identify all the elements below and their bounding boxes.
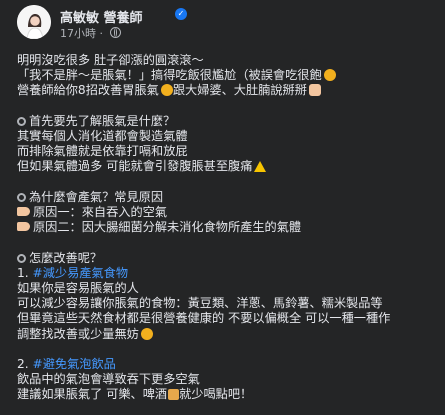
- grinning-face-emoji: [323, 69, 336, 82]
- post-line: 原因一：來自吞入的空氣: [17, 205, 442, 220]
- grinning-face-emoji: [140, 327, 153, 340]
- post-line: 建議如果脹氣了 可樂、啤酒 就少喝點吧！: [17, 387, 253, 402]
- post-line: 調整找改善或少量無妨: [17, 327, 442, 342]
- magnifying-glass-emoji: [17, 253, 26, 263]
- warning-emoji: [254, 161, 267, 173]
- post-line: 首先要先了解脹氣是什麼？: [17, 114, 442, 129]
- magnifying-glass-emoji: [17, 116, 26, 126]
- post-line: 但如果氣體過多 可能就會引發腹脹甚至腹痛: [17, 159, 442, 174]
- post-line: 2. #避免氣泡飲品: [17, 357, 116, 371]
- post-line: 可以減少容易讓你脹氣的食物：黃豆類、洋蔥、馬鈴薯、糯米製品等: [17, 296, 383, 311]
- pointing-hand-emoji: [17, 207, 30, 216]
- facebook-post: 高敏敏 營養師 ✓ 17小時 · 明明沒吃很多 肚子卻漲的圓滾滾～ 「我不是胖～…: [0, 0, 445, 415]
- post-line: 如果你是容易脹氣的人: [17, 281, 139, 295]
- post-body: 明明沒吃很多 肚子卻漲的圓滾滾～ 「我不是胖～是脹氣！」搞得吃飯很尷尬（被誤會吃…: [17, 53, 442, 403]
- hashtag-link[interactable]: #避免氣泡飲品: [33, 357, 116, 371]
- post-line: 其實每個人消化道都會製造氣體: [17, 129, 188, 143]
- magnifying-glass-emoji: [17, 192, 26, 202]
- post-line: 為什麼會產氣？常見原因: [17, 190, 442, 205]
- waving-hand-emoji: [308, 84, 321, 97]
- post-header: 高敏敏 營養師 ✓ 17小時 ·: [0, 0, 445, 44]
- post-line: 但畢竟這些天然食材都是很營養健康的 不要以偏概全 可以一種一種作: [17, 311, 391, 326]
- globe-icon[interactable]: [109, 27, 121, 38]
- post-line: 飲品中的氣泡會導致吞下更多空氣: [17, 372, 200, 387]
- meta-separator: ·: [99, 27, 104, 40]
- post-line: 原因二：因大腸細菌分解未消化食物所產生的氣體: [17, 220, 442, 235]
- author-name[interactable]: 高敏敏 營養師: [60, 7, 143, 26]
- post-line: 明明沒吃很多 肚子卻漲的圓滾滾～: [17, 53, 204, 67]
- post-line: 1. #減少易產氣食物: [17, 265, 129, 280]
- post-line: 而排除氣體就是依靠打嗝和放屁: [17, 144, 188, 159]
- beer-mug-emoji: [168, 389, 180, 401]
- post-time[interactable]: 17小時: [60, 27, 96, 40]
- verified-badge-icon: ✓: [175, 8, 187, 20]
- post-line: 怎麼改善呢？: [17, 251, 442, 266]
- grinning-face-emoji: [160, 84, 173, 97]
- avatar-image-icon: [17, 5, 51, 39]
- author-avatar[interactable]: [17, 5, 51, 39]
- post-meta: 17小時 ·: [60, 25, 121, 41]
- pointing-hand-emoji: [17, 222, 30, 232]
- hashtag-link[interactable]: #減少易產氣食物: [33, 266, 129, 280]
- post-line: 營養師給你8招改善胃脹氣 跟大婦婆、大肚腩說掰掰: [17, 83, 442, 98]
- post-line: 「我不是胖～是脹氣！」搞得吃飯很尷尬（被誤會吃很飽: [17, 68, 442, 83]
